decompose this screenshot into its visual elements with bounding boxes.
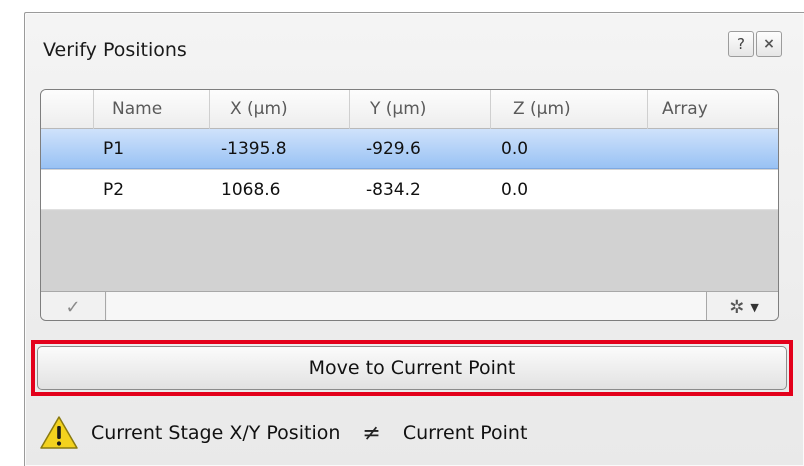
- column-header-array[interactable]: Array: [647, 90, 778, 129]
- help-button[interactable]: ?: [728, 31, 754, 57]
- footer-field[interactable]: [107, 292, 707, 320]
- dialog-title: Verify Positions: [43, 39, 187, 61]
- table-footer: ✓ ✲ ▼: [41, 291, 778, 320]
- move-to-current-point-button[interactable]: Move to Current Point: [37, 346, 787, 390]
- not-equal-symbol: ≠: [362, 420, 381, 446]
- status-left-text: Current Stage X/Y Position: [91, 422, 341, 444]
- table-empty-area: [41, 211, 778, 291]
- title-buttons: ? ×: [728, 31, 782, 57]
- table-row[interactable]: P2 1068.6 -834.2 0.0: [41, 170, 778, 210]
- settings-menu-button[interactable]: ✲ ▼: [708, 292, 778, 320]
- gear-icon: ✲: [729, 296, 745, 318]
- cell-name: P2: [103, 180, 125, 200]
- cell-y: -834.2: [366, 180, 421, 200]
- column-header-z[interactable]: Z (µm): [490, 90, 647, 129]
- column-header-select[interactable]: [41, 90, 93, 129]
- apply-button[interactable]: ✓: [41, 292, 106, 320]
- cell-name: P1: [103, 139, 125, 159]
- verify-positions-dialog: Verify Positions ? × Name X (µm) Y (µm) …: [24, 12, 804, 466]
- cell-z: 0.0: [501, 139, 529, 159]
- status-message: Current Stage X/Y Position ≠ Current Poi…: [39, 413, 527, 453]
- cell-x: -1395.8: [221, 139, 287, 159]
- close-button[interactable]: ×: [756, 31, 782, 57]
- status-right-text: Current Point: [402, 422, 528, 444]
- positions-table: Name X (µm) Y (µm) Z (µm) Array P1 -1395…: [40, 89, 779, 321]
- title-bar: Verify Positions ? ×: [25, 13, 804, 75]
- column-header-y[interactable]: Y (µm): [349, 90, 490, 129]
- column-header-x[interactable]: X (µm): [209, 90, 349, 129]
- help-icon: ?: [737, 35, 745, 53]
- table-row[interactable]: P1 -1395.8 -929.6 0.0: [41, 129, 778, 169]
- table-header: Name X (µm) Y (µm) Z (µm) Array: [41, 90, 778, 129]
- column-header-name[interactable]: Name: [93, 90, 209, 129]
- warning-icon: [40, 416, 78, 449]
- close-icon: ×: [763, 36, 775, 52]
- chevron-down-icon: ▼: [750, 300, 759, 314]
- cell-x: 1068.6: [221, 180, 281, 200]
- cell-z: 0.0: [501, 180, 529, 200]
- cell-y: -929.6: [366, 139, 421, 159]
- checkmark-icon: ✓: [65, 296, 81, 318]
